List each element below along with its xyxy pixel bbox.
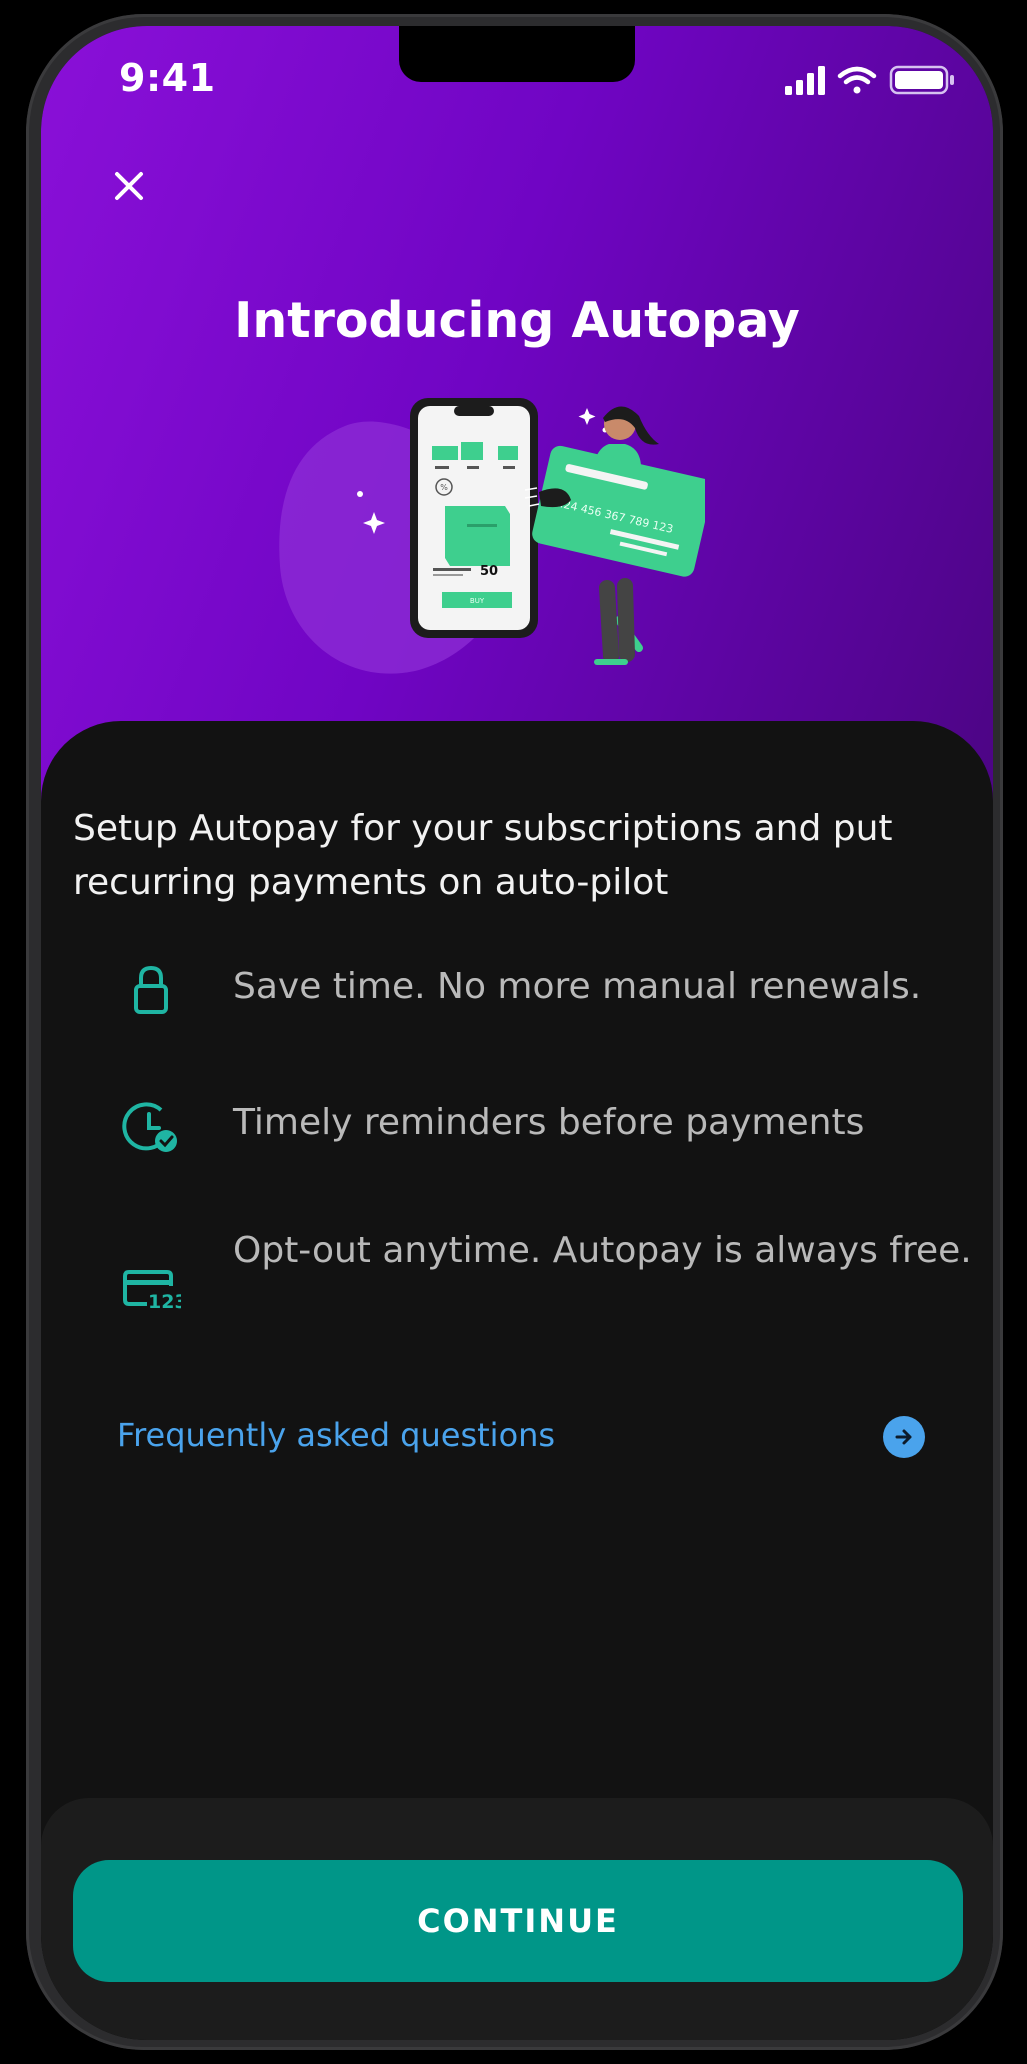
svg-text:123: 123 [148,1291,181,1313]
autopay-illustration: % 50 BUY 1.24 456 367 789 123 [279,398,705,674]
faq-link[interactable]: Frequently asked questions [117,1404,925,1468]
phone-buy-label: BUY [470,597,485,605]
close-icon [115,172,143,200]
phone-illustration: % 50 BUY [410,398,538,638]
arrow-right-circle-icon[interactable] [883,1416,925,1458]
status-icons [785,65,954,95]
card-123-icon: 123 [123,1270,181,1313]
page-title: Introducing Autopay [234,292,800,349]
continue-button[interactable]: CONTINUE [73,1860,963,1982]
app-screen: 9:41 Introducing Autopay % 50 BUY 1.24 4… [41,26,993,2040]
faq-label[interactable]: Frequently asked questions [117,1416,555,1454]
feature-text: Opt-out anytime. Autopay is always free. [233,1230,972,1271]
arrow-right-icon [895,1429,912,1445]
feature-text: Save time. No more manual renewals. [233,966,922,1007]
status-time: 9:41 [119,56,216,100]
intro-description: Setup Autopay for your subscriptions and… [73,808,893,903]
battery-icon [889,65,954,95]
device-notch [399,26,635,82]
credit-card-illustration: 1.24 456 367 789 123 [532,445,705,577]
hero-banner: 9:41 Introducing Autopay % 50 BUY 1.24 4… [41,26,993,816]
svg-text:%: % [440,483,448,492]
signal-icon [785,66,825,95]
lock-icon [134,965,168,1014]
phone-price: 50 [480,564,498,579]
close-button[interactable] [101,158,157,214]
wifi-icon [837,66,877,94]
feature-text: Timely reminders before payments [233,1102,865,1143]
clock-check-icon [122,1102,177,1152]
